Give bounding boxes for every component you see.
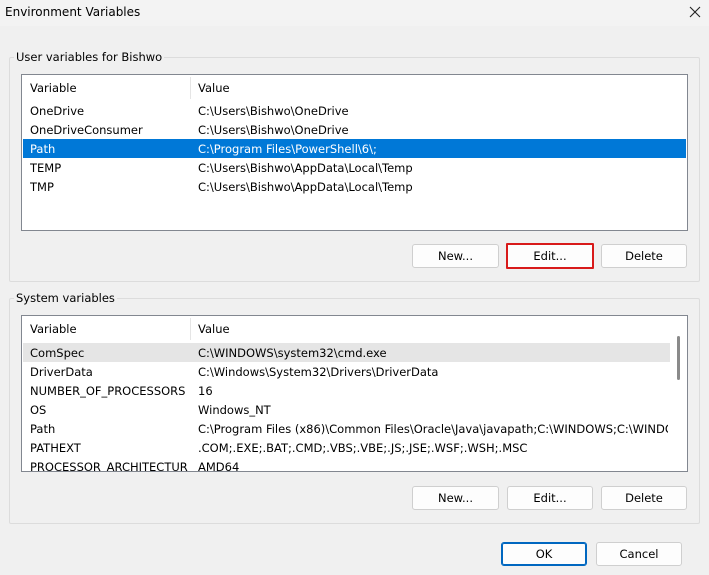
system-list-scrollbar[interactable] <box>670 316 687 471</box>
system-variable-value-cell: 16 <box>198 383 213 398</box>
system-variable-variable-cell: PROCESSOR_ARCHITECTURE <box>30 459 188 472</box>
system-variables-list[interactable]: Variable Value ComSpec C:\WINDOWS\system3… <box>21 315 688 472</box>
ok-button[interactable]: OK <box>501 542 587 566</box>
system-new-button[interactable]: New... <box>412 486 499 510</box>
user-variable-row[interactable]: OneDriveConsumer C:\Users\Bishwo\OneDrive <box>23 120 686 139</box>
user-variable-variable-cell: OneDrive <box>30 103 85 118</box>
user-variable-value-cell: C:\Users\Bishwo\OneDrive <box>198 103 349 118</box>
system-variable-variable-cell: ComSpec <box>30 345 85 360</box>
system-variable-row[interactable]: ComSpec C:\WINDOWS\system32\cmd.exe <box>23 343 686 362</box>
user-variable-row[interactable]: Path C:\Program Files\PowerShell\6\; <box>23 139 686 158</box>
system-edit-button[interactable]: Edit... <box>507 486 593 510</box>
system-variable-row[interactable]: PROCESSOR_ARCHITECTURE AMD64 <box>23 457 686 472</box>
system-list-header: Variable Value <box>22 316 671 342</box>
close-button[interactable] <box>681 0 709 24</box>
user-edit-button[interactable]: Edit... <box>506 243 594 269</box>
user-variables-label: User variables for Bishwo <box>14 50 165 64</box>
user-variable-value-cell: C:\Program Files\PowerShell\6\; <box>198 141 377 156</box>
user-variable-variable-cell: TEMP <box>30 160 62 175</box>
system-variable-variable-cell: PATHEXT <box>30 440 81 455</box>
system-variable-variable-cell: Path <box>30 421 56 436</box>
system-variable-value-cell: C:\Windows\System32\Drivers\DriverData <box>198 364 439 379</box>
system-variable-row[interactable]: Path C:\Program Files (x86)\Common Files\… <box>23 419 686 438</box>
close-icon <box>689 6 701 18</box>
system-variable-variable-cell: OS <box>30 402 47 417</box>
user-variables-list[interactable]: Variable Value OneDrive C:\Users\Bishwo\O… <box>21 74 688 231</box>
user-delete-button[interactable]: Delete <box>601 244 687 268</box>
user-col-variable-header[interactable]: Variable <box>30 75 190 101</box>
system-col-value-header[interactable]: Value <box>198 316 658 342</box>
window-title: Environment Variables <box>5 5 141 19</box>
system-variables-label: System variables <box>14 291 117 305</box>
system-variable-row[interactable]: OS Windows_NT <box>23 400 686 419</box>
system-variable-row[interactable]: NUMBER_OF_PROCESSORS 16 <box>23 381 686 400</box>
user-variable-value-cell: C:\Users\Bishwo\AppData\Local\Temp <box>198 179 413 194</box>
user-variable-variable-cell: Path <box>30 141 56 156</box>
system-variable-value-cell: .COM;.EXE;.BAT;.CMD;.VBS;.VBE;.JS;.JSE;.… <box>198 440 528 455</box>
system-variable-row[interactable]: DriverData C:\Windows\System32\Drivers\Dr… <box>23 362 686 381</box>
user-variable-variable-cell: TMP <box>30 179 54 194</box>
user-list-header: Variable Value <box>22 75 687 101</box>
system-variable-value-cell: C:\WINDOWS\system32\cmd.exe <box>198 345 387 360</box>
system-variable-value-cell: Windows_NT <box>198 402 271 417</box>
user-new-button[interactable]: New... <box>412 244 499 268</box>
title-bar: Environment Variables <box>0 0 709 26</box>
user-variable-row[interactable]: OneDrive C:\Users\Bishwo\OneDrive <box>23 101 686 120</box>
system-variable-row[interactable]: PATHEXT .COM;.EXE;.BAT;.CMD;.VBS;.VBE;.JS… <box>23 438 686 457</box>
system-col-variable-header[interactable]: Variable <box>30 316 190 342</box>
cancel-button[interactable]: Cancel <box>596 542 682 566</box>
user-variable-row[interactable]: TMP C:\Users\Bishwo\AppData\Local\Temp <box>23 177 686 196</box>
system-variable-variable-cell: DriverData <box>30 364 93 379</box>
system-variable-value-cell: AMD64 <box>198 459 240 472</box>
user-variable-value-cell: C:\Users\Bishwo\AppData\Local\Temp <box>198 160 413 175</box>
user-col-value-header[interactable]: Value <box>198 75 598 101</box>
system-variable-value-cell: C:\Program Files (x86)\Common Files\Orac… <box>198 421 668 436</box>
user-variable-variable-cell: OneDriveConsumer <box>30 122 143 137</box>
user-variable-row[interactable]: TEMP C:\Users\Bishwo\AppData\Local\Temp <box>23 158 686 177</box>
scrollbar-thumb[interactable] <box>677 336 680 380</box>
user-variable-value-cell: C:\Users\Bishwo\OneDrive <box>198 122 349 137</box>
system-variable-variable-cell: NUMBER_OF_PROCESSORS <box>30 383 186 398</box>
system-delete-button[interactable]: Delete <box>601 486 687 510</box>
